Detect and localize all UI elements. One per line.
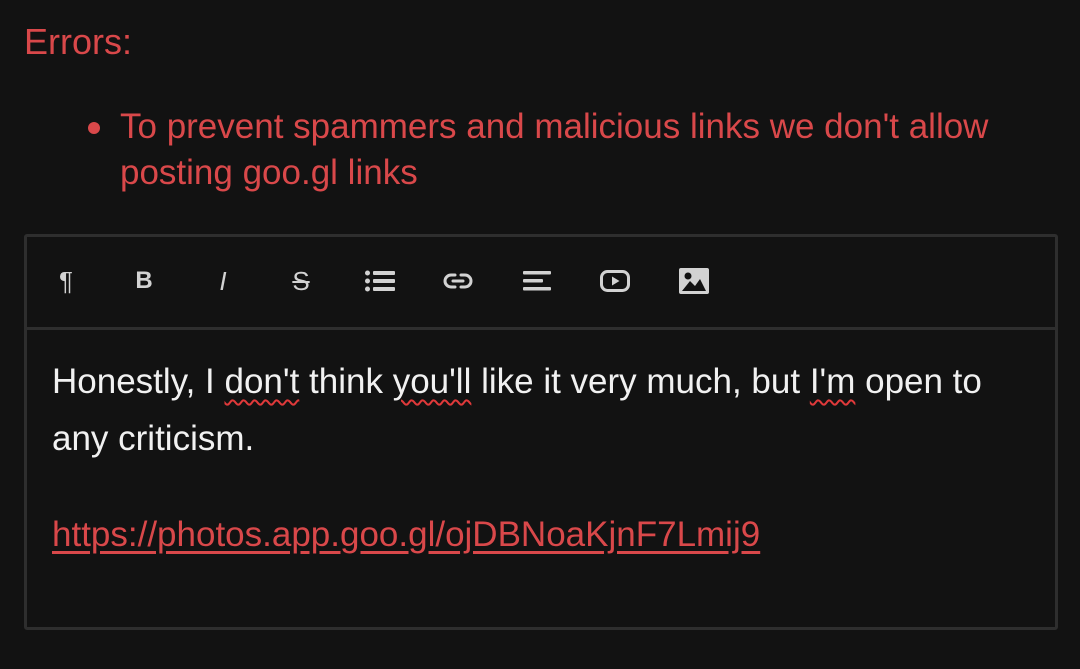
link-button[interactable]	[422, 237, 494, 325]
strikethrough-button[interactable]: S	[265, 237, 337, 325]
align-left-icon	[523, 271, 551, 291]
misspelled-word: don't	[224, 362, 300, 401]
align-button[interactable]	[501, 237, 573, 325]
video-icon	[600, 270, 630, 292]
editor-content[interactable]: Honestly, I don't think you'll like it v…	[52, 353, 1027, 563]
errors-list: To prevent spammers and malicious links …	[88, 104, 1053, 196]
content-paragraph: https://photos.app.goo.gl/ojDBNoaKjnF7Lm…	[52, 506, 1027, 563]
paragraph-button[interactable]: ¶	[30, 237, 102, 325]
content-text: think	[299, 362, 393, 401]
error-message: To prevent spammers and malicious links …	[120, 107, 989, 192]
post-editor[interactable]: ¶ B I S Honestly, I don't think you'll l…	[24, 234, 1058, 630]
video-button[interactable]	[579, 237, 651, 325]
link-icon	[443, 272, 473, 290]
list-icon	[365, 270, 395, 292]
bold-icon: B	[135, 267, 153, 294]
strikethrough-icon: S	[292, 266, 310, 296]
misspelled-word: I'm	[809, 362, 856, 401]
error-item: To prevent spammers and malicious links …	[88, 104, 1053, 196]
pilcrow-icon: ¶	[59, 266, 73, 296]
list-button[interactable]	[344, 237, 416, 325]
errors-title: Errors:	[24, 21, 132, 62]
bold-button[interactable]: B	[108, 237, 180, 325]
misspelled-word: you'll	[392, 362, 472, 401]
image-icon	[679, 268, 709, 294]
image-button[interactable]	[658, 237, 730, 325]
content-text: like it very much, but	[471, 362, 810, 401]
content-link[interactable]: https://photos.app.goo.gl/ojDBNoaKjnF7Lm…	[52, 515, 760, 554]
content-text: Honestly, I	[52, 362, 225, 401]
italic-button[interactable]: I	[187, 237, 259, 325]
italic-icon: I	[219, 266, 227, 296]
content-paragraph: Honestly, I don't think you'll like it v…	[52, 353, 1027, 467]
editor-toolbar: ¶ B I S	[27, 237, 1055, 330]
bullet-icon	[88, 122, 100, 134]
